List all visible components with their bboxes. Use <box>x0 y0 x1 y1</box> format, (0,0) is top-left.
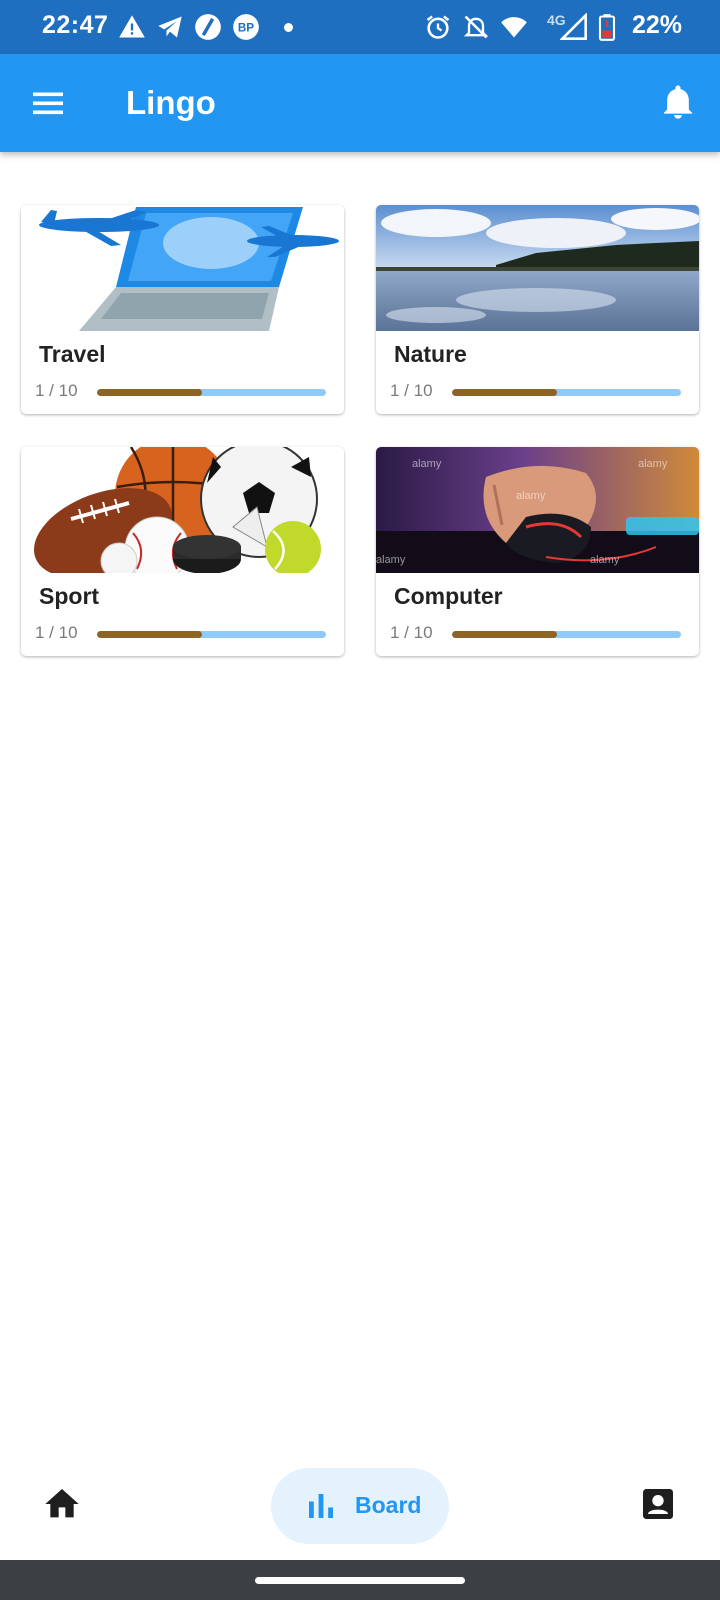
status-time: 22:47 <box>42 11 109 39</box>
category-label: Computer <box>394 583 503 609</box>
system-navigation-bar <box>0 1560 720 1600</box>
category-card-nature[interactable]: Nature 1 / 10 <box>376 205 699 414</box>
category-count: 1 / 10 <box>390 381 433 400</box>
battery-icon <box>598 14 616 41</box>
progress-fill <box>97 631 203 638</box>
category-card-sport[interactable]: Sport 1 / 10 <box>21 447 344 656</box>
notification-dot <box>284 23 293 32</box>
signal-icon <box>560 13 587 40</box>
wifi-icon <box>501 17 527 38</box>
category-label: Sport <box>39 583 100 609</box>
category-card-travel[interactable]: Travel 1 / 10 <box>21 205 344 414</box>
page-title: Lingo <box>126 84 216 121</box>
vpn-icon <box>195 14 221 40</box>
alarm-icon <box>426 15 450 39</box>
progress-bar <box>97 389 326 396</box>
bell-icon[interactable] <box>658 82 698 122</box>
computer-image: alamy alamy alamy alamy alamy <box>376 447 699 573</box>
category-count: 1 / 10 <box>35 381 78 400</box>
app-bar: Lingo <box>0 54 720 152</box>
progress-bar <box>452 389 681 396</box>
status-bar: 22:47 BP 4G 22% <box>0 0 720 54</box>
telegram-icon <box>158 16 182 38</box>
progress-bar <box>452 631 681 638</box>
sport-image <box>21 447 344 573</box>
category-label: Nature <box>394 341 467 367</box>
progress-bar <box>97 631 326 638</box>
home-icon[interactable] <box>42 1484 82 1524</box>
home-gesture-handle[interactable] <box>255 1577 465 1584</box>
svg-text:alamy: alamy <box>590 554 620 566</box>
svg-text:BP: BP <box>238 22 254 35</box>
warning-icon <box>119 15 145 38</box>
svg-text:alamy: alamy <box>412 458 442 470</box>
category-card-computer[interactable]: alamy alamy alamy alamy alamy Computer 1 / 1… <box>376 447 699 656</box>
hamburger-menu-icon[interactable] <box>30 85 66 121</box>
bottom-navigation: Board <box>0 1450 720 1560</box>
progress-fill <box>452 389 558 396</box>
mute-icon <box>463 15 489 39</box>
category-count: 1 / 10 <box>390 623 433 642</box>
progress-fill <box>452 631 558 638</box>
category-count: 1 / 10 <box>35 623 78 642</box>
battery-percent: 22% <box>632 11 683 39</box>
bar-chart-icon <box>309 1494 333 1518</box>
svg-text:alamy: alamy <box>376 554 406 566</box>
category-label: Travel <box>39 341 106 367</box>
contact-icon[interactable] <box>638 1484 678 1524</box>
board-tab-label: Board <box>355 1492 422 1518</box>
travel-image <box>21 205 344 331</box>
svg-text:alamy: alamy <box>638 458 668 470</box>
svg-text:alamy: alamy <box>516 490 546 502</box>
board-tab[interactable]: Board <box>271 1468 449 1544</box>
bp-icon: BP <box>233 14 259 40</box>
progress-fill <box>97 389 203 396</box>
nature-image <box>376 205 699 331</box>
